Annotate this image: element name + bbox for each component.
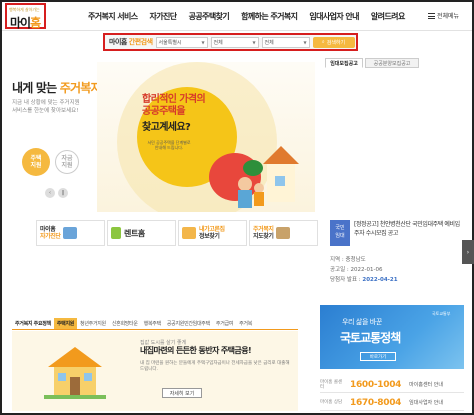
landlord-call-label: 마이홈 상담 xyxy=(320,400,343,405)
tab-youth-housing[interactable]: 청년주거지원 xyxy=(77,318,109,329)
quick-search-bar: 마이홈 간편검색 서울특별시 ▼ 전체 ▼ 전체 ▼ ⌕ 검색하기 xyxy=(103,33,358,51)
pause-icon[interactable]: ‖ xyxy=(58,188,68,198)
house-search-icon xyxy=(182,227,196,239)
banner-go-button[interactable]: 바로가기 xyxy=(360,352,396,361)
banner-title: 국토교통정책 xyxy=(340,331,401,345)
housing-type-select[interactable]: 전체 ▼ xyxy=(210,36,259,48)
quick-link-renthome[interactable]: 렌트홈 xyxy=(107,220,176,246)
notice-meta: 지역 : 충청남도 공고일 : 2022-01-06 당첨자 발표 : 2022… xyxy=(330,255,398,285)
side-scroll-tab[interactable]: › xyxy=(462,240,474,264)
callcenter-label: 마이홈 콜센터 xyxy=(320,379,343,390)
tab-housing-support[interactable]: 주택지원 xyxy=(53,318,78,329)
molit-policy-banner[interactable]: 국토교통부 우리 삶을 바꾼 국토교통정책 바로가기 xyxy=(320,305,464,369)
tab-main-policy[interactable]: 주거복지 주요정책 xyxy=(12,318,54,329)
tab-newlywed-town[interactable]: 신혼희망타운 xyxy=(109,318,141,329)
landlord-call-row[interactable]: 마이홈 상담 1670-8004 임대사업자 안내 xyxy=(320,395,464,411)
tab-rental-notice[interactable]: 임대모집공고 xyxy=(325,58,363,68)
quick-links: 마이홈 자가진단 렌트홈 내가고른집 정보찾기 주거복지 지도찾기 xyxy=(36,220,318,246)
nav-landlord-guide[interactable]: 임대사업자 안내 xyxy=(303,11,365,22)
callcenter-row[interactable]: 마이홈 콜센터 1600-1004 마이홈센터 안내 xyxy=(320,377,464,393)
fund-support-button[interactable]: 자금 지원 xyxy=(55,150,79,174)
building-icon xyxy=(63,227,78,239)
hamburger-icon xyxy=(428,12,435,19)
quick-link-my-house-info[interactable]: 내가고른집 정보찾기 xyxy=(178,220,247,246)
quick-link-self-check[interactable]: 마이홈 자가진단 xyxy=(36,220,105,246)
hero-question: 찾고계세요? xyxy=(142,122,191,133)
chevron-down-icon: ▼ xyxy=(303,39,307,45)
details-button[interactable]: 자세히 보기 xyxy=(162,388,202,398)
main-nav: 주거복지 서비스 자가진단 공공주택찾기 함께하는 주거복지 임대사업자 안내 … xyxy=(82,11,411,22)
callcenter-number: 1600-1004 xyxy=(350,379,402,390)
notice-region: 지역 : 충청남도 xyxy=(330,257,366,263)
logo-tagline: 행복하게 살아가는 xyxy=(9,7,40,12)
all-menu-button[interactable]: 전체메뉴 xyxy=(428,11,459,20)
supply-type-select[interactable]: 전체 ▼ xyxy=(261,36,310,48)
all-menu-label: 전체메뉴 xyxy=(437,13,460,20)
hero-headline: 합리적인 가격의 공공주택을 xyxy=(142,94,206,117)
nav-welfare-service[interactable]: 주거복지 서비스 xyxy=(82,11,144,22)
notice-type-badge: 국민 임대 xyxy=(330,220,350,246)
nav-together-welfare[interactable]: 함께하는 주거복지 xyxy=(235,11,303,22)
nav-public-housing[interactable]: 공공주택찾기 xyxy=(183,11,236,22)
chevron-down-icon: ▼ xyxy=(201,39,205,45)
renthome-logo-icon xyxy=(111,227,121,239)
policy-panel: 집값 도시를 살기 좋게 내집마련의 든든한 동반자 주택금융! 내 집 마련을… xyxy=(12,331,298,411)
logo-text: 마이홈 xyxy=(10,16,41,30)
notice-title-link[interactable]: [정정공고] 천안병천산단 국민임대주택 예비입주자 수시모집 공고 xyxy=(354,220,464,238)
nav-self-check[interactable]: 자가진단 xyxy=(144,11,183,22)
family-house-illustration xyxy=(209,146,299,208)
notice-winner-date: 당첨자 발표 : 2022-04-21 xyxy=(330,277,398,283)
quick-link-map-search[interactable]: 주거복지 지도찾기 xyxy=(249,220,318,246)
hero-banner[interactable]: 합리적인 가격의 공공주택을 찾고계세요? 서민 공공주택을 단계별로 안내해 드… xyxy=(97,62,315,212)
search-icon: ⌕ xyxy=(321,39,325,45)
tab-housing-benefit[interactable]: 주거급여 xyxy=(213,318,236,329)
search-button[interactable]: ⌕ 검색하기 xyxy=(312,36,355,48)
tab-housing-welfare-more[interactable]: 주거복 xyxy=(236,318,255,329)
policy-title: 내집마련의 든든한 동반자 주택금융! xyxy=(140,346,252,355)
policy-tabs: 주거복지 주요정책 주택지원 청년주거지원 신혼희망타운 행복주택 공공지원민간… xyxy=(12,318,298,330)
tab-private-rental[interactable]: 공공지원민간임대주택 xyxy=(164,318,213,329)
ministry-logo: 국토교통부 xyxy=(432,311,451,316)
nav-notices[interactable]: 알려드려요 xyxy=(365,11,411,22)
search-title: 마이홈 간편검색 xyxy=(109,38,153,46)
prev-slide-icon[interactable]: ‹ xyxy=(45,188,55,198)
header-divider xyxy=(2,30,472,31)
tab-happy-housing[interactable]: 행복주택 xyxy=(141,318,164,329)
landlord-call-number: 1670-8004 xyxy=(350,397,402,408)
tab-sale-notice[interactable]: 공공분양모집공고 xyxy=(365,58,419,68)
site-logo[interactable]: 행복하게 살아가는 마이홈 xyxy=(5,3,46,30)
house-illustration xyxy=(44,347,106,399)
intro-title: 내게 맞는 주거복지 xyxy=(12,81,102,95)
intro-description: 지금 내 상황에 맞는 주거지원서비스를 한눈에 찾아보세요! xyxy=(12,100,80,114)
chevron-down-icon: ▼ xyxy=(252,39,256,45)
map-icon xyxy=(276,227,291,239)
notice-date: 공고일 : 2022-01-06 xyxy=(330,267,383,273)
region-select[interactable]: 서울특별시 ▼ xyxy=(155,36,208,48)
hero-caption: 서민 공공주택을 단계별로 안내해 드립니다. xyxy=(147,140,191,150)
banner-subtitle: 우리 삶을 바꾼 xyxy=(342,318,382,326)
landlord-call-name: 임대사업자 안내 xyxy=(409,400,443,406)
policy-description: 내 집 마련을 원하는 분들에게 주택구입자금이나 전세자금을 낮은 금리로 대… xyxy=(140,361,290,372)
callcenter-name: 마이홈센터 안내 xyxy=(409,382,443,388)
housing-support-button[interactable]: 주택 지원 xyxy=(22,148,50,176)
